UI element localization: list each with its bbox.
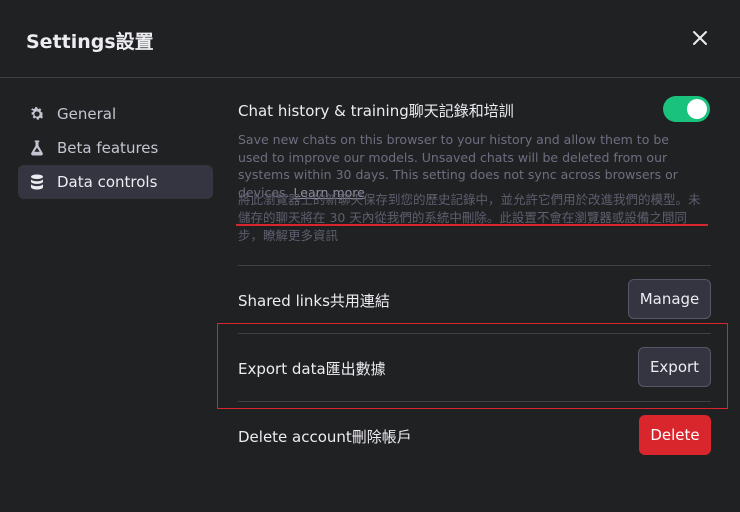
manage-button[interactable]: Manage [628, 279, 711, 319]
chat-history-title: Chat history & training聊天記錄和培訓 [238, 102, 514, 120]
sidebar-item-label: Beta features [57, 139, 159, 157]
toggle-knob [687, 99, 707, 119]
sidebar-item-beta-features[interactable]: Beta features [18, 131, 213, 165]
gear-icon [27, 104, 47, 124]
dialog-title: Settings設置 [26, 31, 154, 53]
settings-sidebar: General Beta features Data controls [18, 97, 213, 199]
chat-history-description-zh: 將此瀏覽器上的新聊天保存到您的歷史記錄中，並允許它們用於改進我們的模型。未儲存的… [238, 192, 701, 243]
shared-links-label: Shared links共用連結 [238, 292, 390, 310]
delete-account-label: Delete account刪除帳戶 [238, 428, 412, 446]
sidebar-item-data-controls[interactable]: Data controls [18, 165, 213, 199]
settings-dialog: Settings設置 General Beta features Data co… [0, 0, 740, 512]
delete-account-row: Delete account刪除帳戶 Delete [238, 414, 712, 458]
close-button[interactable] [688, 26, 712, 50]
shared-links-row: Shared links共用連結 Manage [238, 278, 712, 322]
delete-button[interactable]: Delete [639, 415, 711, 455]
sidebar-item-label: Data controls [57, 173, 158, 191]
dialog-header: Settings設置 [0, 0, 740, 78]
close-icon [693, 31, 707, 45]
annotation-underline [236, 224, 708, 226]
divider [238, 265, 711, 266]
database-icon [27, 172, 47, 192]
annotation-highlight-box [217, 323, 728, 409]
sidebar-item-general[interactable]: General [18, 97, 213, 131]
flask-icon [27, 138, 47, 158]
sidebar-item-label: General [57, 105, 117, 123]
chat-history-toggle[interactable] [663, 96, 710, 122]
